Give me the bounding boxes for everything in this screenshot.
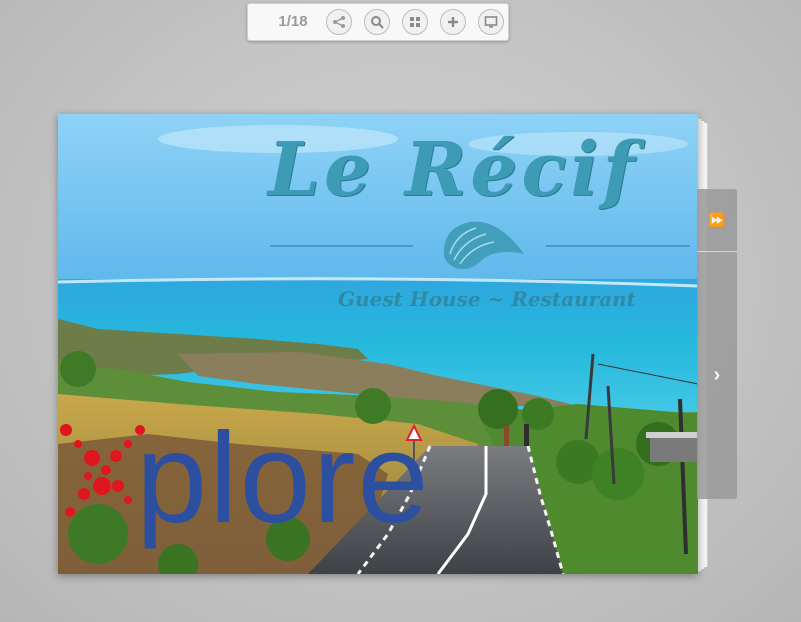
search-icon xyxy=(371,16,384,29)
fullscreen-button[interactable] xyxy=(478,9,504,35)
fast-forward-icon: ⏩ xyxy=(708,211,726,228)
cover-title: Le Récif xyxy=(268,127,639,213)
last-page-button[interactable]: ⏩ xyxy=(697,189,737,252)
next-page-button[interactable]: › xyxy=(697,252,737,499)
search-button[interactable] xyxy=(364,9,390,35)
fullscreen-icon xyxy=(484,16,498,28)
thumbnails-button[interactable] xyxy=(402,9,428,35)
viewer-toolbar: 1/18 xyxy=(247,3,509,41)
share-icon xyxy=(333,16,345,28)
page-counter: 1/18 xyxy=(278,13,308,30)
brand-wordmark: plore xyxy=(136,407,431,550)
thumbnails-icon xyxy=(410,17,420,27)
page-navigation: ⏩ › xyxy=(697,189,737,499)
shell-logo-icon xyxy=(443,221,524,269)
zoom-in-button[interactable] xyxy=(440,9,466,35)
cover-subtitle: Guest House ~ Restaurant xyxy=(338,287,636,311)
zoom-in-icon xyxy=(448,17,458,27)
chevron-right-icon: › xyxy=(713,364,721,386)
share-button[interactable] xyxy=(326,9,352,35)
flipbook-cover-page[interactable]: Le Récif Guest House ~ Restaurant plore xyxy=(58,114,698,574)
